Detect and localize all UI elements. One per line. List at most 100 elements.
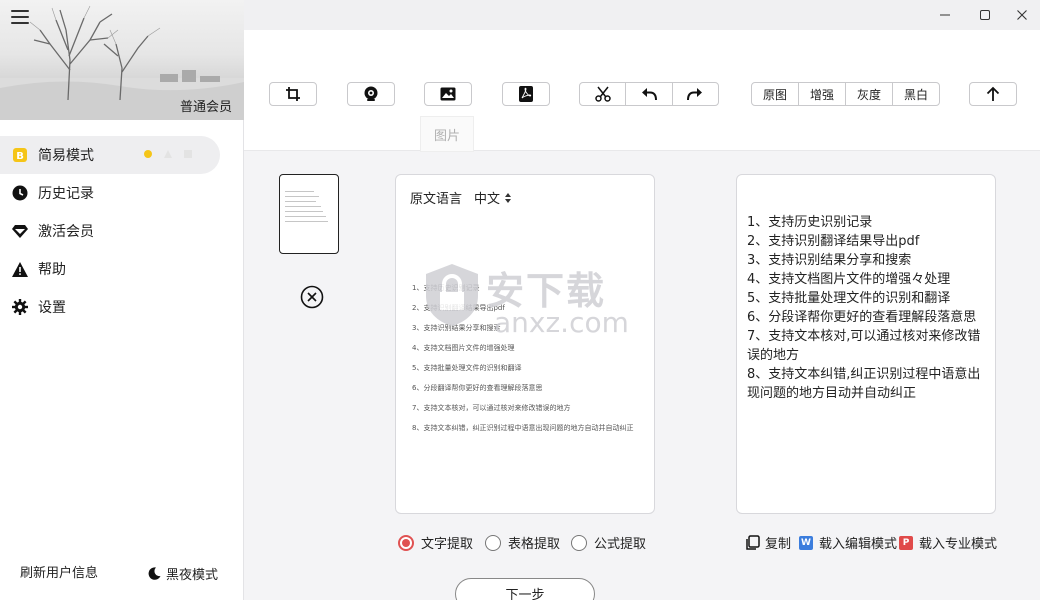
upload-icon xyxy=(986,86,1000,101)
sidebar-item-help[interactable]: 帮助 xyxy=(0,250,220,288)
sidebar-item-label: 设置 xyxy=(38,300,66,316)
status-dot-icon xyxy=(144,150,152,158)
pdf-button[interactable] xyxy=(502,82,550,106)
result-line: 4、支持文档图片文件的增强々处理 xyxy=(747,272,951,287)
copy-icon xyxy=(746,535,760,550)
sidebar-item-simple-mode[interactable]: B 简易模式 xyxy=(0,136,220,174)
load-pro-mode-button[interactable]: P 载入专业模式 xyxy=(899,533,997,552)
redo-button[interactable] xyxy=(673,83,718,105)
preview-line: 3、支持识别结果分享和搜索 xyxy=(412,324,501,332)
cut-icon xyxy=(594,86,611,102)
upload-button[interactable] xyxy=(969,82,1017,106)
sidebar-item-label: 激活会员 xyxy=(38,224,94,240)
night-mode-toggle[interactable]: 黑夜模式 xyxy=(148,564,218,583)
preview-line: 5、支持批量处理文件的识别和翻译 xyxy=(412,364,522,372)
preview-line: 2、支持识别翻译结果导出pdf xyxy=(412,304,505,312)
source-panel: 原文语言 中文 1、支持历史识别记录 2、支持识别翻译结果导出pdf 3、支持识… xyxy=(395,174,655,514)
moon-icon xyxy=(148,567,161,580)
menu-toggle-icon[interactable] xyxy=(11,10,29,26)
result-line: 6、分段译帮你更好的查看理解段落意思 xyxy=(747,310,977,325)
pdf-icon xyxy=(519,86,533,102)
result-line: 7、支持文本核对,可以通过核对来修改错误的地方 xyxy=(747,329,981,363)
undo-button[interactable] xyxy=(626,83,673,105)
next-step-button[interactable]: 下一步 xyxy=(455,578,595,600)
gear-icon xyxy=(12,299,28,315)
membership-level: 普通会员 xyxy=(179,100,232,115)
radio-icon xyxy=(571,534,587,551)
image-icon xyxy=(440,87,456,101)
image-button[interactable] xyxy=(424,82,472,106)
night-mode-label: 黑夜模式 xyxy=(166,568,219,583)
result-line: 2、支持识别翻译结果导出pdf xyxy=(747,234,920,249)
sidebar-item-history[interactable]: 历史记录 xyxy=(0,174,220,212)
formula-extract-option[interactable]: 公式提取 xyxy=(571,533,646,552)
sidebar-nav: B 简易模式 历史记录 激活会员 帮助 设置 xyxy=(0,136,244,326)
source-language-label: 原文语言 xyxy=(410,192,463,207)
sidebar-item-label: 历史记录 xyxy=(38,186,94,202)
diamond-icon xyxy=(12,223,28,239)
sidebar: 普通会员 B 简易模式 历史记录 激活会员 帮助 设置 刷新用户信息 黑夜模式 xyxy=(0,0,244,600)
table-extract-option[interactable]: 表格提取 xyxy=(485,533,560,552)
source-language-selector[interactable]: 原文语言 中文 xyxy=(410,188,512,207)
toolbar: 原图 增强 灰度 黑白 图片 xyxy=(244,30,1040,152)
close-window-button[interactable] xyxy=(1013,6,1031,24)
option-label: 公式提取 xyxy=(594,537,647,552)
refresh-user-info-link[interactable]: 刷新用户信息 xyxy=(20,562,98,581)
source-language-value: 中文 xyxy=(474,192,501,207)
remove-page-icon[interactable] xyxy=(300,285,324,309)
text-extract-option[interactable]: 文字提取 xyxy=(398,533,473,552)
preview-line: 1、支持历史识别记录 xyxy=(412,284,480,292)
sidebar-item-activate-member[interactable]: 激活会员 xyxy=(0,212,220,250)
preview-line: 4、支持文档图片文件的增强处理 xyxy=(412,344,515,352)
load-pro-mode-label: 载入专业模式 xyxy=(919,537,998,552)
page-thumbnail[interactable] xyxy=(279,174,339,254)
load-edit-mode-button[interactable]: W 载入编辑模式 xyxy=(799,533,897,552)
sidebar-item-label: 简易模式 xyxy=(38,148,94,164)
square-icon xyxy=(184,150,192,158)
copy-button[interactable]: 复制 xyxy=(745,533,791,552)
sidebar-item-label: 帮助 xyxy=(38,262,66,278)
result-line: 1、支持历史识别记录 xyxy=(747,215,873,230)
triangle-icon xyxy=(164,150,172,158)
minimize-icon xyxy=(940,14,950,16)
svg-text:B: B xyxy=(16,151,24,162)
edit-actions-group xyxy=(579,82,719,106)
option-label: 表格提取 xyxy=(508,537,561,552)
mode-original-button[interactable]: 原图 xyxy=(752,83,799,105)
b-badge-icon: B xyxy=(12,147,28,163)
user-banner: 普通会员 xyxy=(0,0,244,120)
close-icon xyxy=(1017,10,1027,20)
maximize-button[interactable] xyxy=(976,6,994,24)
image-tooltip: 图片 xyxy=(420,116,474,152)
crop-button[interactable] xyxy=(269,82,317,106)
redo-icon xyxy=(687,88,703,101)
clock-icon xyxy=(12,185,28,201)
pdf-badge-icon: P xyxy=(899,535,913,550)
sidebar-item-settings[interactable]: 设置 xyxy=(0,288,220,326)
maximize-icon xyxy=(980,10,990,20)
camera-button[interactable] xyxy=(347,82,395,106)
mode-grayscale-button[interactable]: 灰度 xyxy=(846,83,893,105)
result-text[interactable]: 1、支持历史识别记录 2、支持识别翻译结果导出pdf 3、支持识别结果分享和搜索… xyxy=(747,213,989,403)
radio-icon xyxy=(485,534,501,551)
source-image-preview: 1、支持历史识别记录 2、支持识别翻译结果导出pdf 3、支持识别结果分享和搜索… xyxy=(412,283,648,443)
minimize-button[interactable] xyxy=(936,6,954,24)
mode-enhance-button[interactable]: 增强 xyxy=(799,83,846,105)
load-edit-mode-label: 载入编辑模式 xyxy=(819,537,898,552)
camera-icon xyxy=(364,86,378,101)
cut-button[interactable] xyxy=(580,83,627,105)
preview-line: 8、支持文本纠错，纠正识别过程中语意出现问题的地方自动并自动纠正 xyxy=(412,424,634,432)
sort-arrows-icon xyxy=(505,192,512,203)
preview-line: 7、支持文本核对，可以通过核对来修改错误的地方 xyxy=(412,404,571,412)
copy-label: 复制 xyxy=(765,537,792,552)
radio-checked-icon xyxy=(398,534,414,551)
status-indicators xyxy=(144,150,192,158)
mode-bw-button[interactable]: 黑白 xyxy=(893,83,939,105)
result-panel[interactable]: 1、支持历史识别记录 2、支持识别翻译结果导出pdf 3、支持识别结果分享和搜索… xyxy=(736,174,996,514)
crop-icon xyxy=(286,87,300,101)
warning-icon xyxy=(12,261,28,277)
option-label: 文字提取 xyxy=(421,537,474,552)
image-mode-group: 原图 增强 灰度 黑白 xyxy=(751,82,940,106)
word-icon: W xyxy=(799,535,813,550)
undo-icon xyxy=(641,88,657,101)
